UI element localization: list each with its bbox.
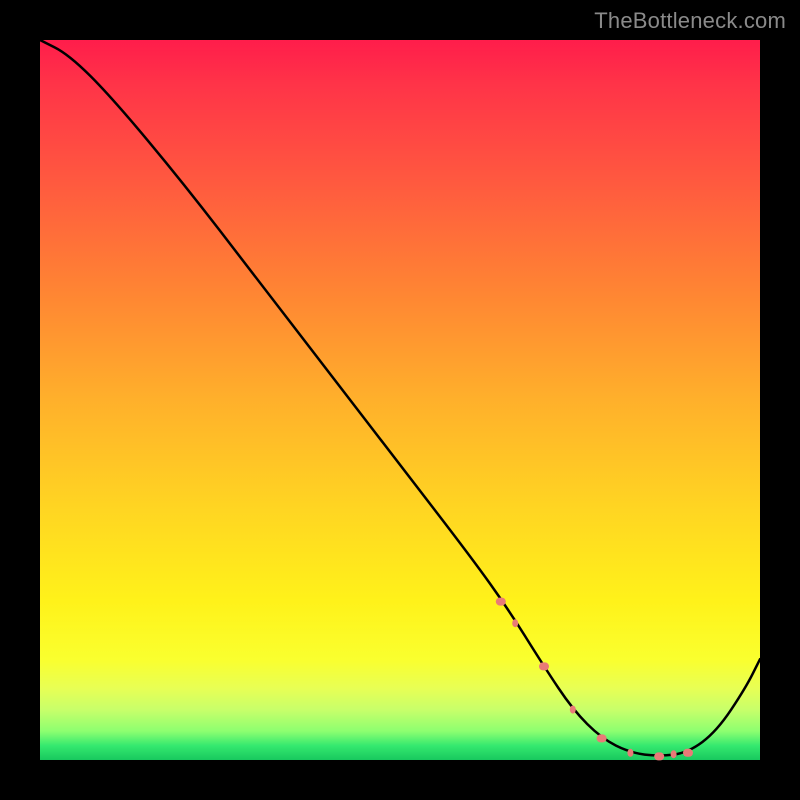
highlight-marker	[597, 734, 607, 742]
plot-area	[40, 40, 760, 760]
highlight-marker	[512, 619, 518, 627]
curve-svg	[40, 40, 760, 760]
highlight-markers	[496, 598, 693, 761]
highlight-marker	[654, 752, 664, 760]
highlight-marker	[496, 598, 506, 606]
highlight-marker	[671, 750, 677, 758]
highlight-marker	[539, 662, 549, 670]
bottleneck-curve-path	[40, 40, 760, 756]
highlight-marker	[683, 749, 693, 757]
highlight-marker	[627, 749, 633, 757]
highlight-marker	[570, 706, 576, 714]
chart-frame: TheBottleneck.com	[0, 0, 800, 800]
watermark-text: TheBottleneck.com	[594, 8, 786, 34]
